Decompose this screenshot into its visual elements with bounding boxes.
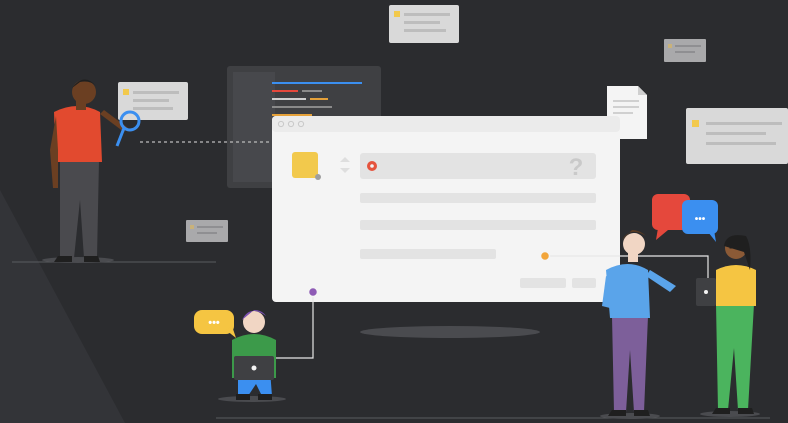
note-card-right: [686, 108, 788, 164]
tablet-icon: [696, 278, 716, 306]
note-card-left: [118, 82, 188, 120]
query-field: [360, 153, 596, 179]
svg-text:•••: •••: [695, 214, 706, 225]
note-card-small-right: [664, 39, 706, 62]
illustration-scene: ? ••• •••: [0, 0, 788, 423]
dialog-window: ?: [272, 116, 620, 302]
yellow-block: [292, 152, 318, 178]
laptop-icon: [234, 356, 274, 380]
note-card-mid-left: [186, 220, 228, 242]
svg-text:•••: •••: [208, 317, 220, 329]
note-card-top: [389, 5, 459, 43]
dialog-button: [520, 278, 566, 288]
dialog-shadow: [360, 326, 540, 338]
help-icon: ?: [569, 154, 584, 181]
field-row: [360, 193, 596, 203]
field-row: [360, 249, 496, 259]
purple-dot: [307, 286, 319, 298]
field-row: [360, 220, 596, 230]
orange-dot: [539, 250, 551, 262]
dialog-button: [572, 278, 596, 288]
